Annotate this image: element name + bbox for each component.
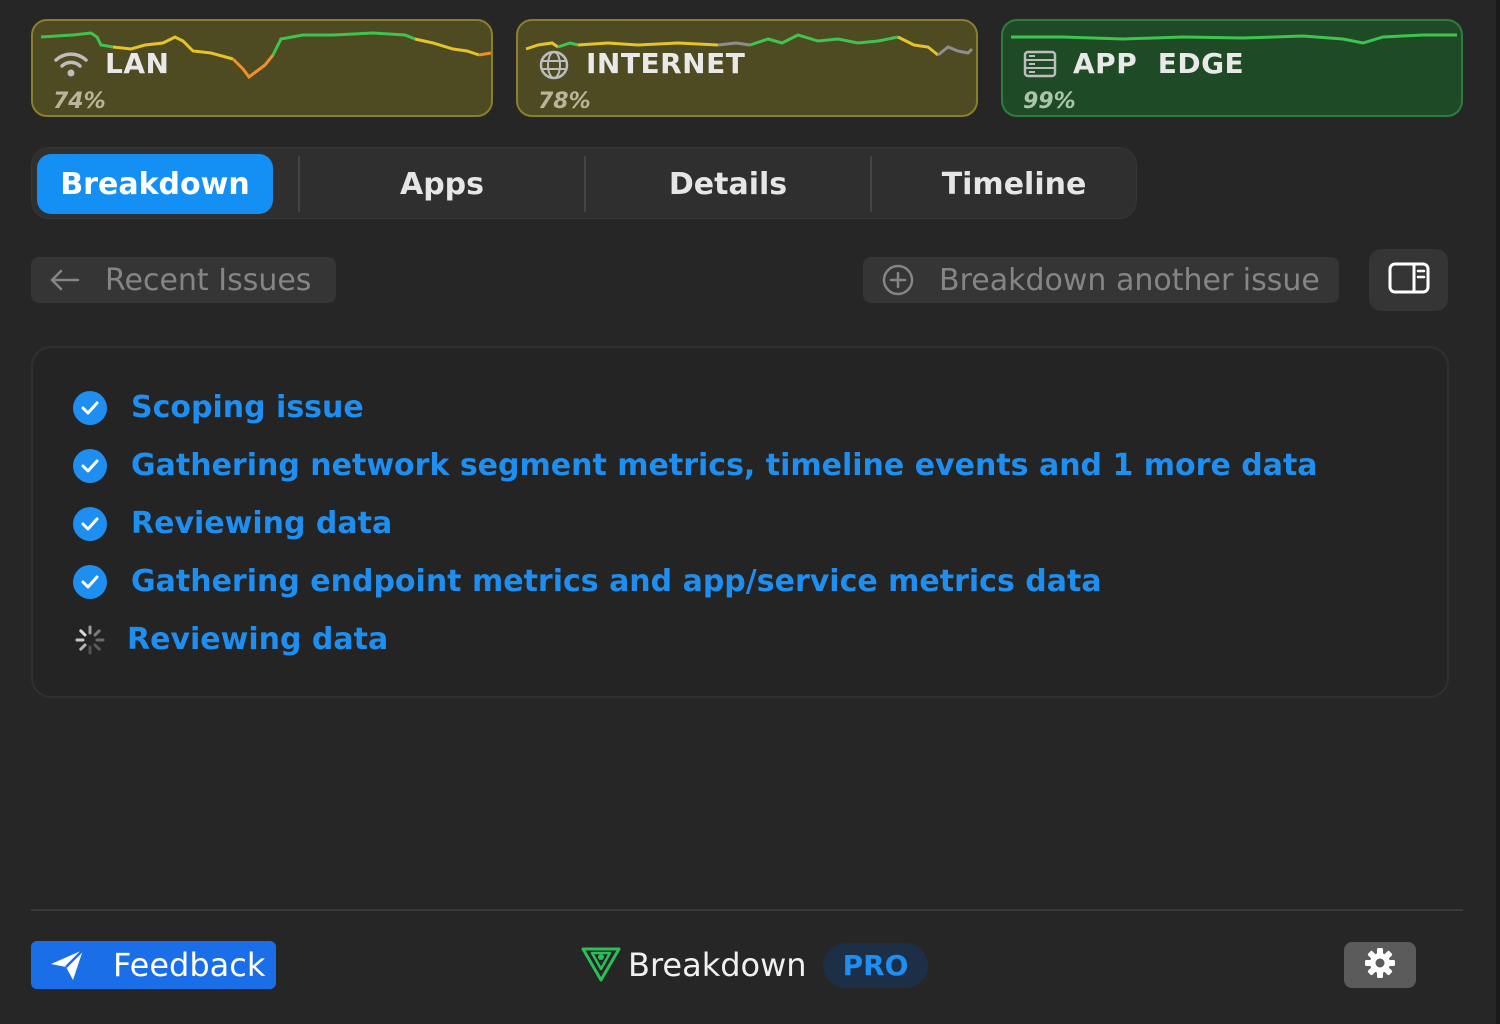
globe-icon [538, 49, 570, 85]
pro-badge: PRO [822, 942, 929, 988]
segment-percent: 74% [53, 89, 106, 114]
breakdown-logo-icon [580, 943, 622, 987]
tab-bar: Breakdown Apps Details Timeline [31, 147, 1137, 219]
step-item: Gathering endpoint metrics and app/servi… [73, 564, 1102, 599]
segment-card-lan[interactable]: LAN 74% [31, 19, 493, 117]
arrow-left-icon [49, 268, 81, 292]
breakdown-progress-panel: Scoping issue Gathering network segment … [31, 346, 1449, 698]
sidebar-icon [1388, 262, 1430, 298]
segment-card-app-edge[interactable]: APP EDGE 99% [1001, 19, 1463, 117]
spinner-icon [75, 625, 105, 655]
breakdown-another-issue-label: Breakdown another issue [939, 262, 1320, 298]
segment-percent: 78% [538, 89, 591, 114]
footer-divider [31, 909, 1463, 911]
step-item: Reviewing data [73, 506, 392, 541]
settings-button[interactable] [1344, 942, 1416, 988]
step-item: Scoping issue [73, 390, 364, 425]
segment-percent: 99% [1023, 89, 1076, 114]
check-circle-icon [73, 390, 107, 425]
tab-apps[interactable]: Apps [300, 154, 584, 214]
segment-name: INTERNET [586, 47, 746, 80]
recent-issues-button[interactable]: Recent Issues [31, 257, 336, 303]
feedback-label: Feedback [113, 946, 266, 984]
segment-card-internet[interactable]: INTERNET 78% [516, 19, 978, 117]
toggle-sidebar-button[interactable] [1369, 249, 1448, 311]
segment-name: LAN [105, 47, 170, 80]
tab-timeline[interactable]: Timeline [872, 154, 1156, 214]
paper-plane-icon [49, 948, 85, 982]
segment-name: APP EDGE [1073, 47, 1245, 80]
check-circle-icon [73, 506, 107, 541]
tab-details[interactable]: Details [586, 154, 870, 214]
brand-name: Breakdown [628, 946, 807, 984]
check-circle-icon [73, 564, 107, 599]
step-item: Gathering network segment metrics, timel… [73, 448, 1318, 483]
step-label: Reviewing data [131, 506, 393, 541]
tab-breakdown[interactable]: Breakdown [37, 154, 273, 214]
plus-circle-icon [881, 263, 915, 297]
brand: Breakdown PRO [580, 940, 929, 990]
step-label: Gathering network segment metrics, timel… [131, 448, 1318, 483]
step-label: Reviewing data [127, 622, 389, 657]
window-edge [1496, 0, 1500, 1024]
step-label: Gathering endpoint metrics and app/servi… [131, 564, 1102, 599]
breakdown-another-issue-button[interactable]: Breakdown another issue [863, 257, 1339, 303]
check-circle-icon [73, 448, 107, 483]
server-icon [1023, 49, 1057, 83]
gear-icon [1364, 947, 1396, 983]
step-item: Reviewing data [73, 622, 388, 657]
wifi-icon [53, 49, 89, 83]
feedback-button[interactable]: Feedback [31, 941, 276, 989]
recent-issues-label: Recent Issues [105, 262, 312, 298]
step-label: Scoping issue [131, 390, 364, 425]
